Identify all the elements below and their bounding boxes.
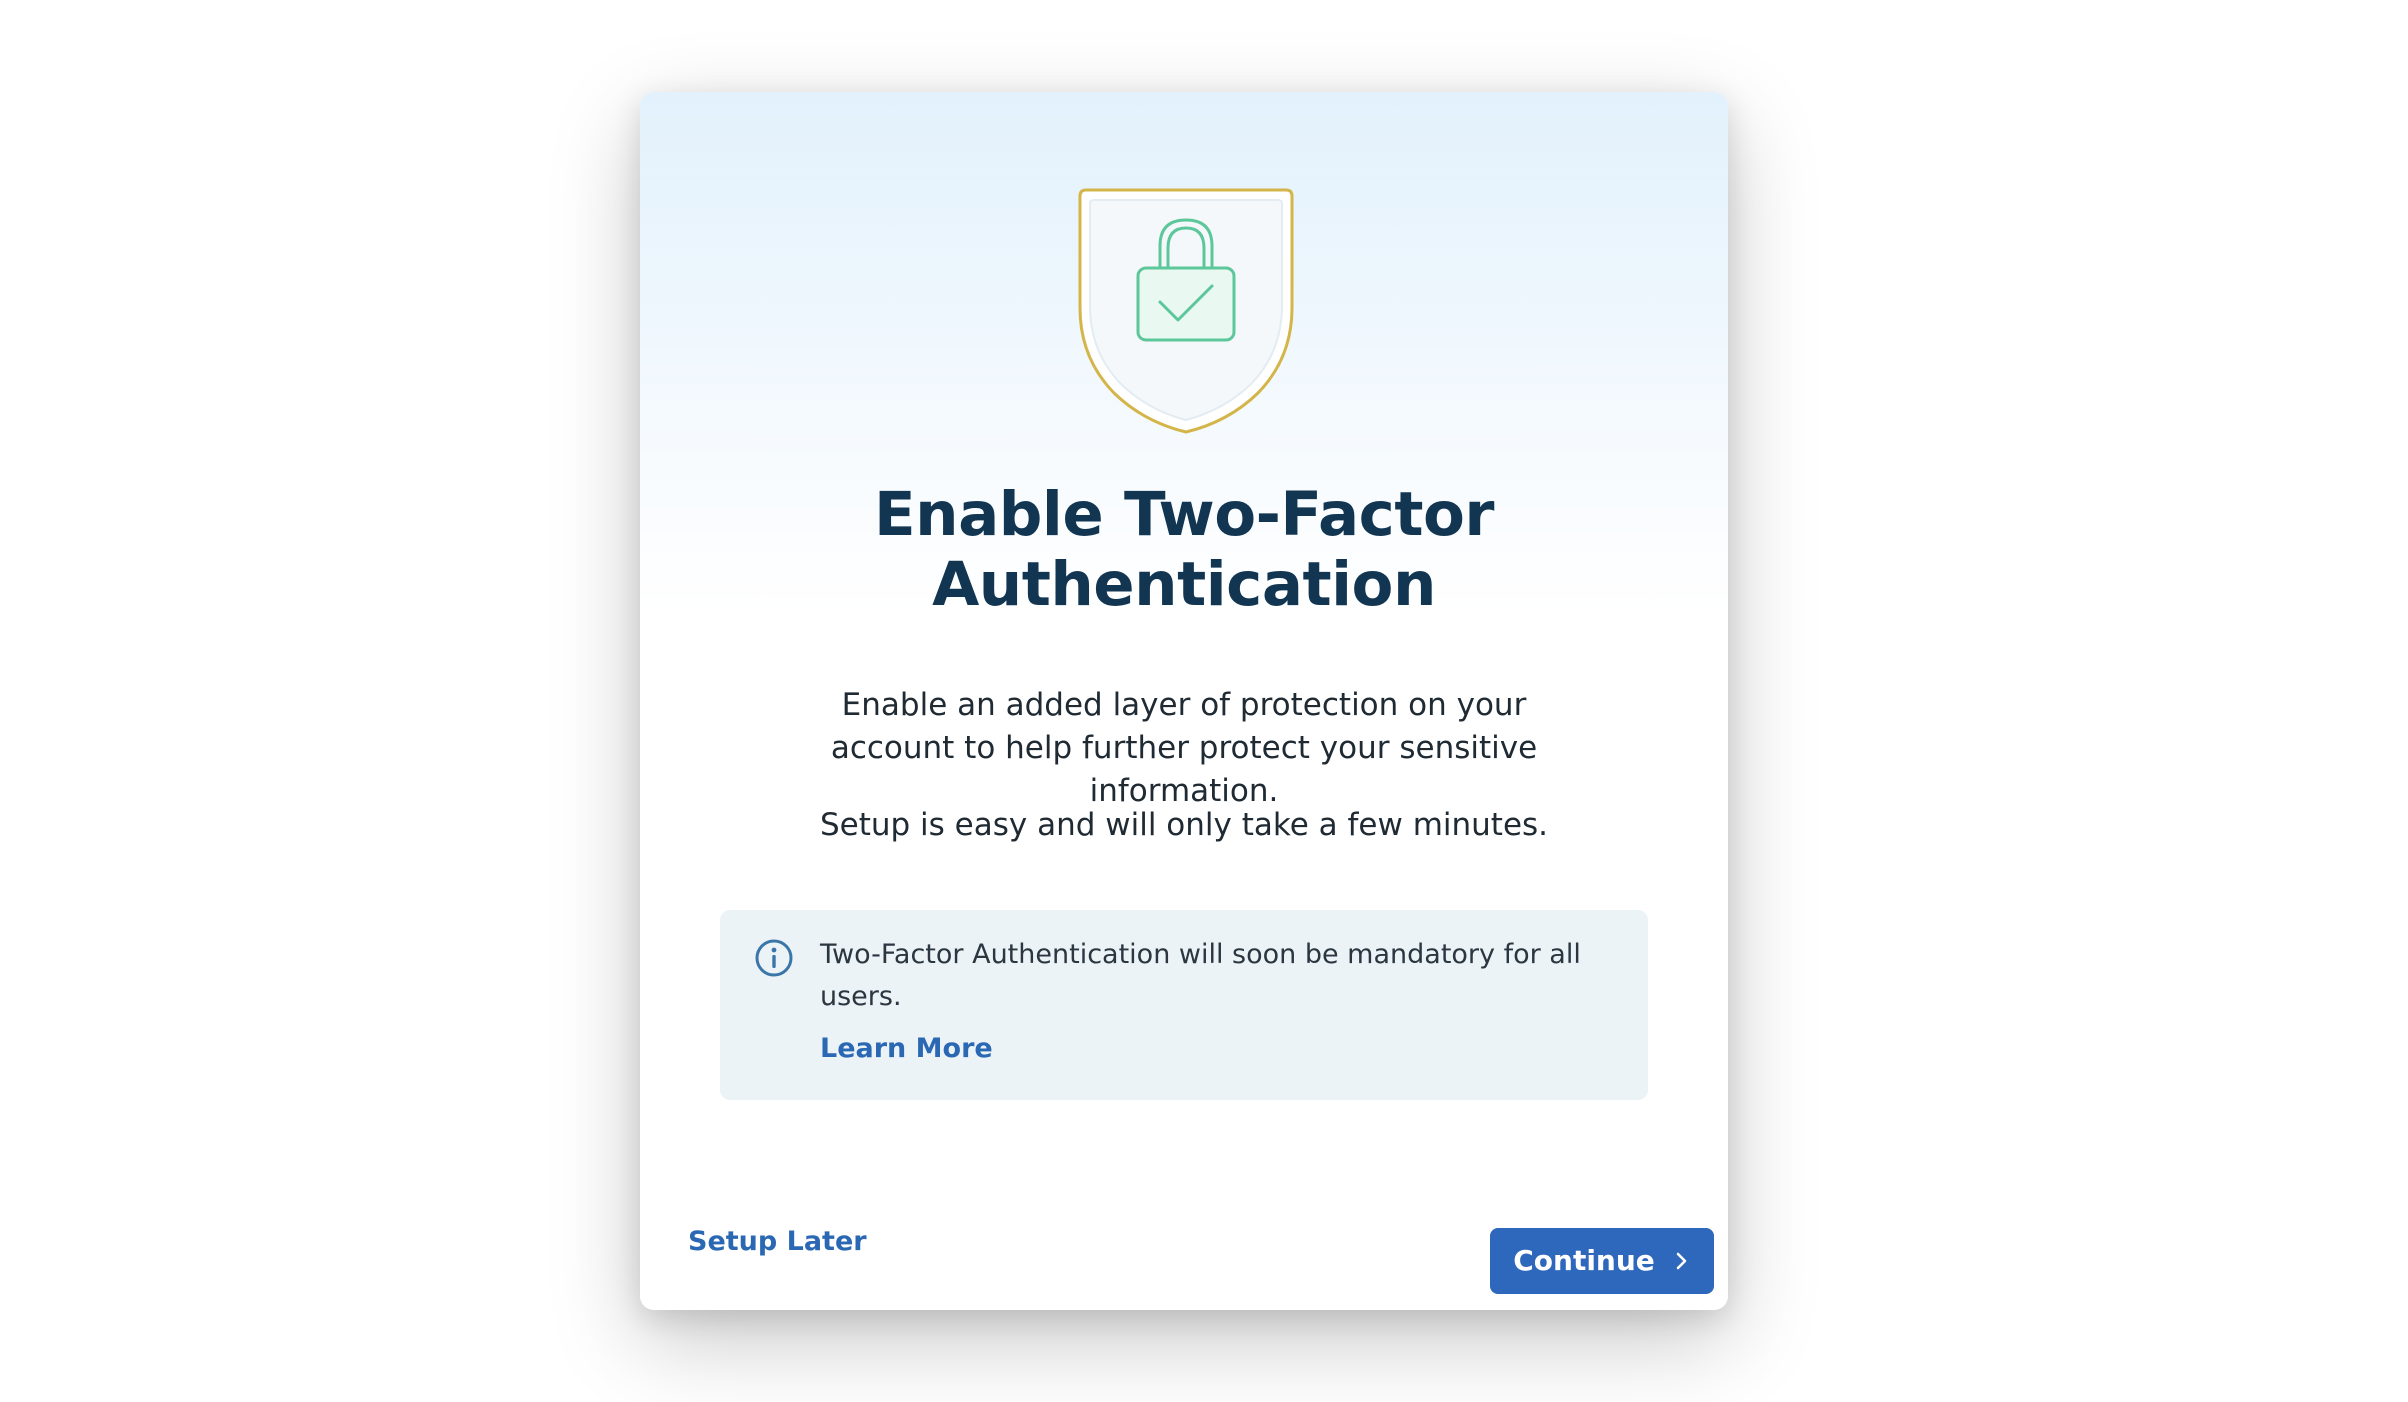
chevron-right-icon: [1671, 1251, 1691, 1271]
modal-description: Enable an added layer of protection on y…: [830, 687, 1538, 809]
learn-more-link[interactable]: Learn More: [820, 1028, 993, 1070]
notice-text: Two-Factor Authentication will soon be m…: [820, 939, 1581, 1012]
continue-label: Continue: [1513, 1244, 1655, 1277]
info-notice: Two-Factor Authentication will soon be m…: [720, 910, 1648, 1100]
info-icon: [754, 938, 794, 978]
two-factor-modal: Enable Two-Factor Authentication Enable …: [640, 92, 1728, 1310]
page-backdrop: Enable Two-Factor Authentication Enable …: [0, 0, 2408, 1402]
modal-title: Enable Two-Factor Authentication: [874, 479, 1495, 620]
shield-lock-check-icon: [1078, 188, 1294, 434]
modal-description-secondary: Setup is easy and will only take a few m…: [819, 807, 1549, 843]
setup-later-button[interactable]: Setup Later: [688, 1222, 867, 1262]
continue-button[interactable]: Continue: [1490, 1228, 1714, 1294]
